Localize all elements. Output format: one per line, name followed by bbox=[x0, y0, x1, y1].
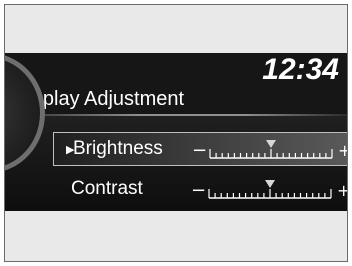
slider-graphic: −+ bbox=[192, 140, 347, 161]
plus-label: + bbox=[337, 181, 347, 200]
slider-marker-icon[interactable] bbox=[265, 180, 275, 188]
setting-row-contrast[interactable]: Contrast −+ bbox=[51, 171, 347, 205]
plus-label: + bbox=[338, 141, 347, 160]
slider-marker-icon[interactable] bbox=[266, 140, 276, 148]
setting-label: Brightness bbox=[73, 138, 163, 159]
minus-label: − bbox=[192, 140, 207, 161]
setting-label: Contrast bbox=[71, 178, 143, 199]
screenshot-frame: 12:34 Display Adjustment ▶ Brightness −+… bbox=[4, 4, 348, 262]
display-screen: 12:34 Display Adjustment ▶ Brightness −+… bbox=[5, 53, 347, 211]
minus-label: − bbox=[191, 180, 206, 201]
brightness-slider[interactable]: −+ bbox=[192, 137, 347, 163]
clock-readout: 12:34 bbox=[262, 53, 339, 86]
slider-graphic: −+ bbox=[191, 180, 347, 201]
contrast-slider[interactable]: −+ bbox=[191, 177, 347, 203]
setting-row-brightness[interactable]: ▶ Brightness −+ bbox=[53, 132, 347, 166]
